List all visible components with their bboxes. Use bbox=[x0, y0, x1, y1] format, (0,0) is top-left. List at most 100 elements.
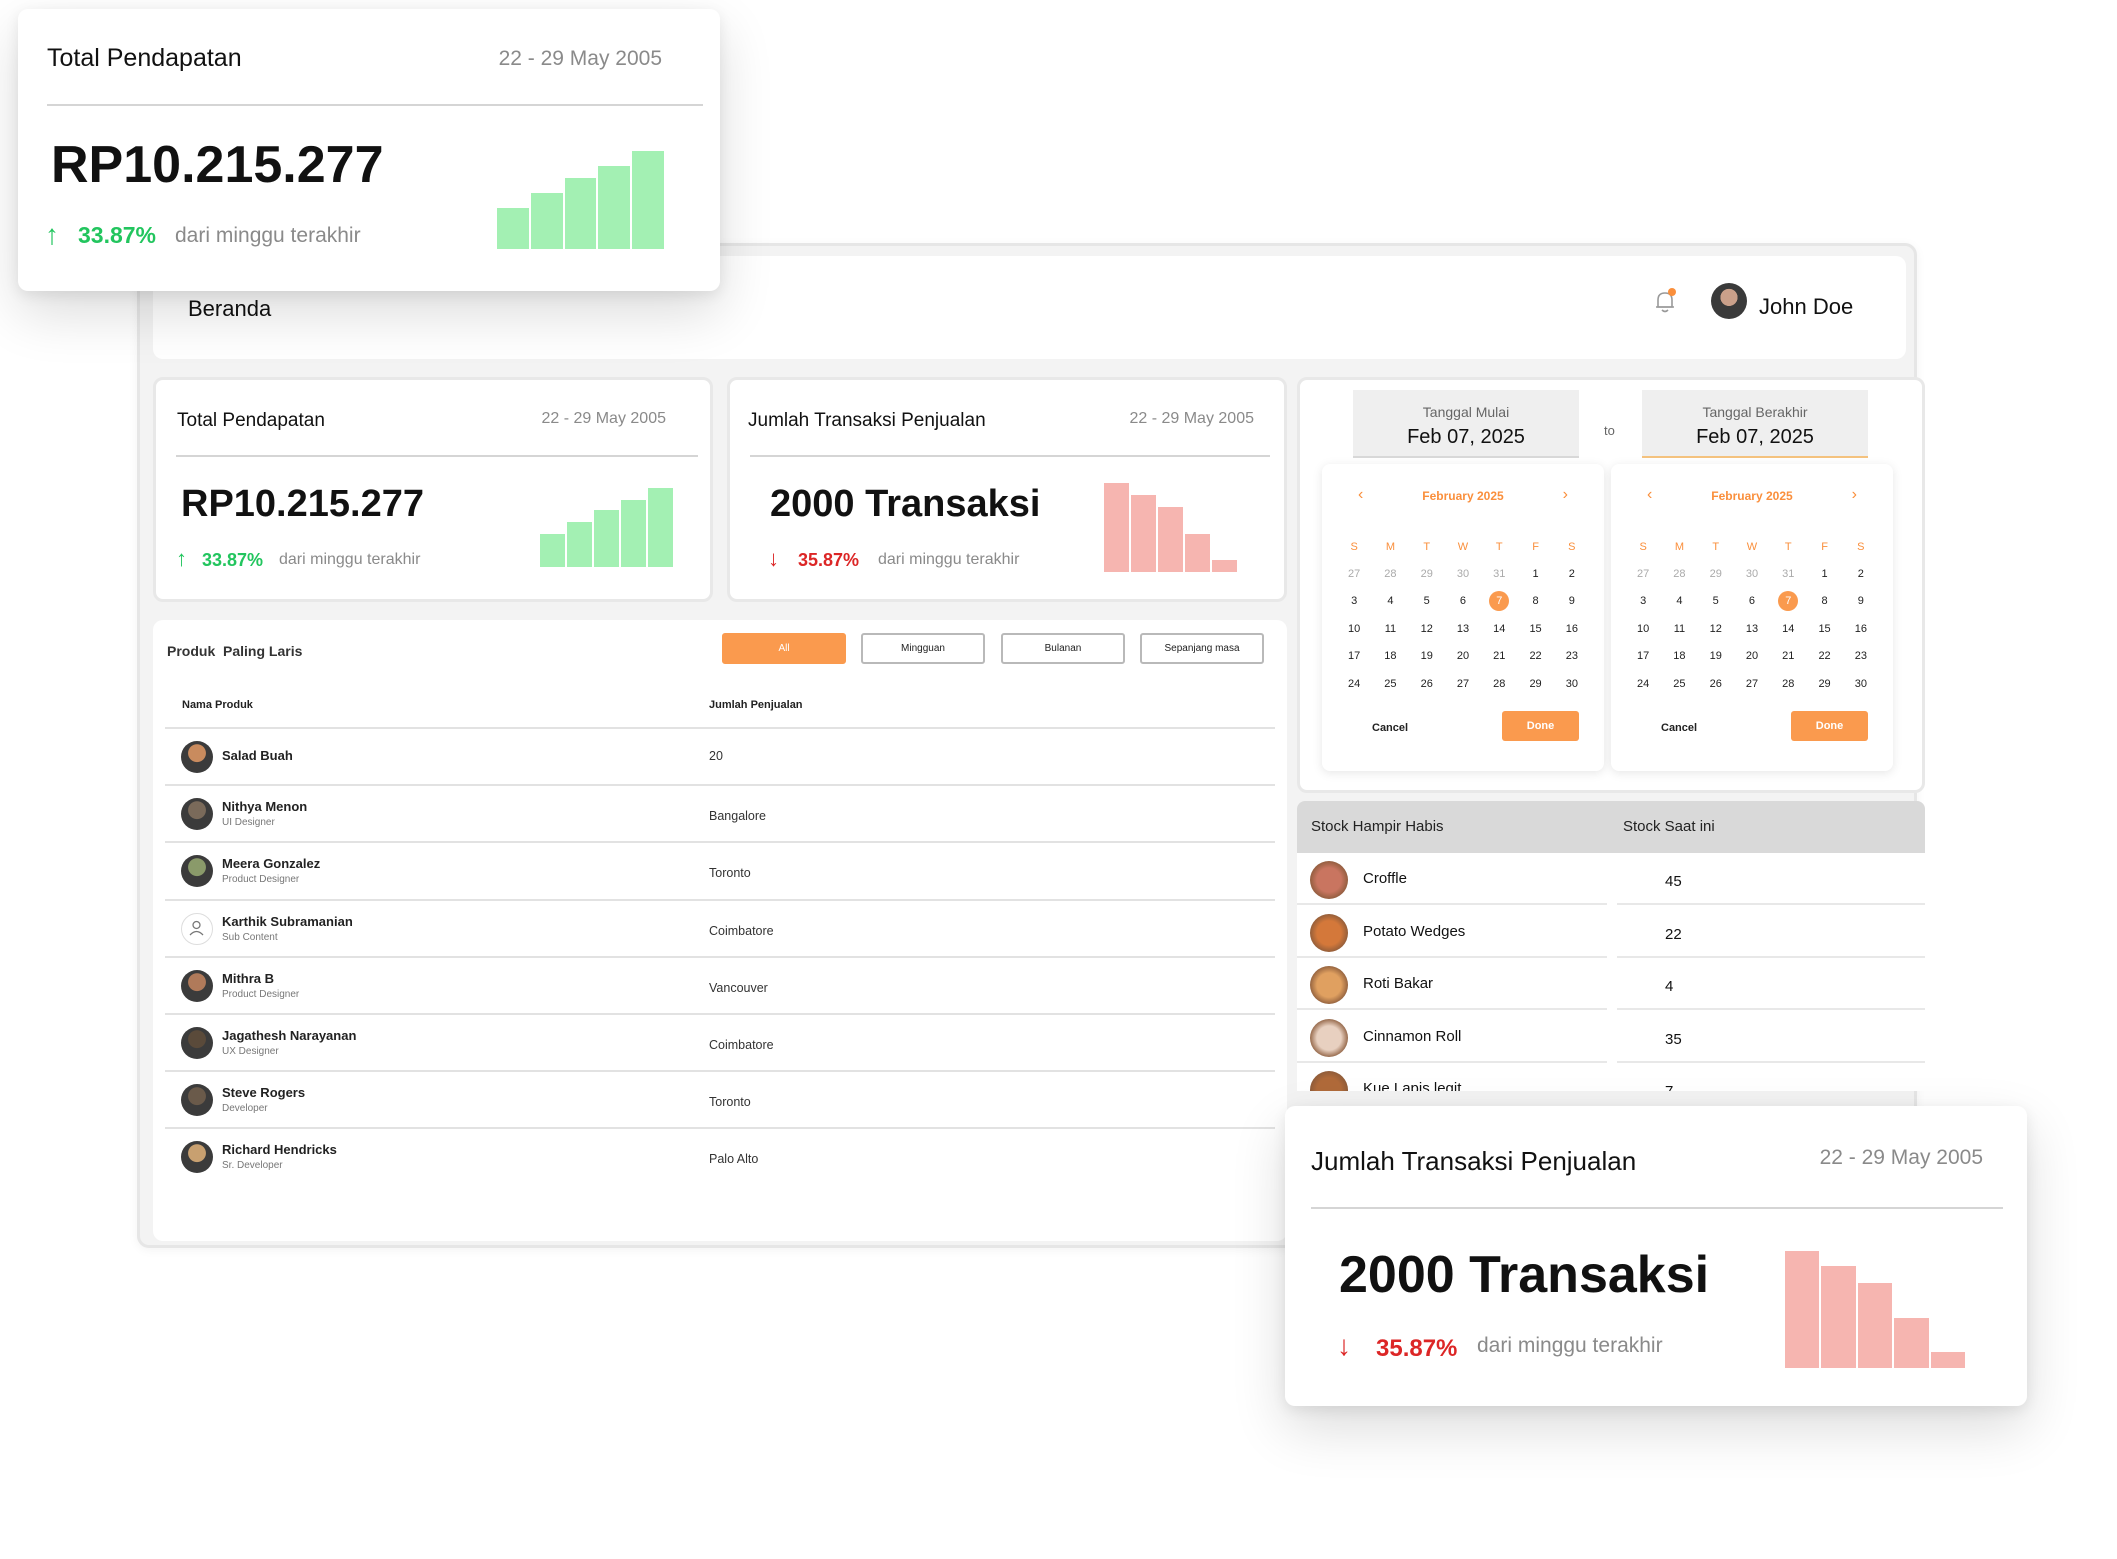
filter-weekly[interactable]: Mingguan bbox=[861, 633, 985, 664]
calendar-day[interactable]: 14 bbox=[1481, 615, 1517, 643]
calendar-day[interactable]: 6 bbox=[1445, 588, 1481, 616]
calendar-day[interactable]: 22 bbox=[1806, 643, 1842, 671]
filter-all-time[interactable]: Sepanjang masa bbox=[1140, 633, 1264, 664]
calendar-day[interactable]: 12 bbox=[1409, 615, 1445, 643]
calendar-day[interactable]: 25 bbox=[1661, 670, 1697, 698]
calendar-day[interactable]: 13 bbox=[1445, 615, 1481, 643]
calendar-day[interactable]: 21 bbox=[1770, 643, 1806, 671]
calendar-day[interactable]: 23 bbox=[1843, 643, 1879, 671]
calendar-day[interactable]: 28 bbox=[1770, 670, 1806, 698]
list-item[interactable]: Roti Bakar 4 bbox=[1297, 958, 1925, 1010]
start-date-field[interactable]: Tanggal Mulai Feb 07, 2025 bbox=[1353, 390, 1579, 458]
cancel-button[interactable]: Cancel bbox=[1661, 722, 1697, 734]
table-row[interactable]: Karthik Subramanian Sub Content Coimbatore bbox=[165, 898, 1275, 956]
calendar-day[interactable]: 28 bbox=[1481, 670, 1517, 698]
calendar-day[interactable]: 20 bbox=[1734, 643, 1770, 671]
calendar-day[interactable]: 4 bbox=[1372, 588, 1408, 616]
avatar[interactable] bbox=[1711, 283, 1747, 319]
calendar-day[interactable]: 2 bbox=[1843, 560, 1879, 588]
calendar-day[interactable]: 29 bbox=[1698, 560, 1734, 588]
calendar-day[interactable]: 18 bbox=[1372, 643, 1408, 671]
calendar-day[interactable]: 15 bbox=[1517, 615, 1553, 643]
calendar-day[interactable]: 26 bbox=[1409, 670, 1445, 698]
calendar-day[interactable]: 3 bbox=[1625, 588, 1661, 616]
calendar-day[interactable]: 28 bbox=[1661, 560, 1697, 588]
calendar-day[interactable]: 5 bbox=[1698, 588, 1734, 616]
table-row[interactable]: Richard Hendricks Sr. Developer Palo Alto bbox=[165, 1127, 1275, 1184]
calendar-day[interactable]: 10 bbox=[1336, 615, 1372, 643]
calendar-day[interactable]: 30 bbox=[1554, 670, 1590, 698]
calendar-day[interactable]: 18 bbox=[1661, 643, 1697, 671]
calendar-day[interactable]: 28 bbox=[1372, 560, 1408, 588]
calendar-day[interactable]: 2 bbox=[1554, 560, 1590, 588]
calendar-day[interactable]: 30 bbox=[1445, 560, 1481, 588]
calendar-day[interactable]: 27 bbox=[1734, 670, 1770, 698]
calendar-day[interactable]: 16 bbox=[1843, 615, 1879, 643]
calendar-day[interactable]: 27 bbox=[1625, 560, 1661, 588]
list-item[interactable]: Croffle 45 bbox=[1297, 853, 1925, 905]
done-button[interactable]: Done bbox=[1502, 711, 1579, 741]
calendar-day[interactable]: 13 bbox=[1734, 615, 1770, 643]
table-row[interactable]: Nithya Menon UI Designer Bangalore bbox=[165, 784, 1275, 841]
table-row[interactable]: Meera Gonzalez Product Designer Toronto bbox=[165, 841, 1275, 898]
cancel-button[interactable]: Cancel bbox=[1372, 722, 1408, 734]
chevron-right-icon[interactable]: › bbox=[1563, 486, 1568, 504]
user-name[interactable]: John Doe bbox=[1759, 294, 1853, 320]
calendar-day[interactable]: 11 bbox=[1372, 615, 1408, 643]
end-date-field[interactable]: Tanggal Berakhir Feb 07, 2025 bbox=[1642, 390, 1868, 458]
calendar-day[interactable]: 9 bbox=[1843, 588, 1879, 616]
list-item[interactable]: Kue Lapis legit 7 bbox=[1297, 1063, 1925, 1091]
calendar-day[interactable]: 31 bbox=[1770, 560, 1806, 588]
calendar-day[interactable]: 25 bbox=[1372, 670, 1408, 698]
list-item[interactable]: Cinnamon Roll 35 bbox=[1297, 1011, 1925, 1063]
calendar-day[interactable]: 23 bbox=[1554, 643, 1590, 671]
calendar-day[interactable]: 16 bbox=[1554, 615, 1590, 643]
notification-bell-icon[interactable] bbox=[1650, 286, 1680, 316]
filter-monthly[interactable]: Bulanan bbox=[1001, 633, 1125, 664]
calendar-day[interactable]: 22 bbox=[1517, 643, 1553, 671]
calendar-day[interactable]: 24 bbox=[1625, 670, 1661, 698]
table-row[interactable]: Steve Rogers Developer Toronto bbox=[165, 1070, 1275, 1127]
calendar-day[interactable]: 4 bbox=[1661, 588, 1697, 616]
calendar-day[interactable]: 15 bbox=[1806, 615, 1842, 643]
calendar-day[interactable]: 19 bbox=[1409, 643, 1445, 671]
calendar-day[interactable]: 31 bbox=[1481, 560, 1517, 588]
calendar-day[interactable]: 8 bbox=[1806, 588, 1842, 616]
calendar-day[interactable]: 7 bbox=[1770, 588, 1806, 616]
calendar-day[interactable]: 29 bbox=[1806, 670, 1842, 698]
calendar-day[interactable]: 21 bbox=[1481, 643, 1517, 671]
filter-all[interactable]: All bbox=[722, 633, 846, 664]
selected-day[interactable]: 7 bbox=[1778, 591, 1799, 612]
calendar-day[interactable]: 10 bbox=[1625, 615, 1661, 643]
calendar-day[interactable]: 11 bbox=[1661, 615, 1697, 643]
table-row[interactable]: Salad Buah 20 bbox=[165, 727, 1275, 784]
calendar-day[interactable]: 27 bbox=[1445, 670, 1481, 698]
done-button[interactable]: Done bbox=[1791, 711, 1868, 741]
list-item[interactable]: Potato Wedges 22 bbox=[1297, 906, 1925, 958]
calendar-day[interactable]: 1 bbox=[1517, 560, 1553, 588]
calendar-day[interactable]: 17 bbox=[1625, 643, 1661, 671]
calendar-day[interactable]: 17 bbox=[1336, 643, 1372, 671]
calendar-day[interactable]: 24 bbox=[1336, 670, 1372, 698]
calendar-day[interactable]: 20 bbox=[1445, 643, 1481, 671]
calendar-day[interactable]: 6 bbox=[1734, 588, 1770, 616]
calendar-day[interactable]: 5 bbox=[1409, 588, 1445, 616]
calendar-day[interactable]: 19 bbox=[1698, 643, 1734, 671]
calendar-day[interactable]: 29 bbox=[1517, 670, 1553, 698]
calendar-day[interactable]: 12 bbox=[1698, 615, 1734, 643]
calendar-day[interactable]: 29 bbox=[1409, 560, 1445, 588]
calendar-day[interactable]: 14 bbox=[1770, 615, 1806, 643]
table-row[interactable]: Jagathesh Narayanan UX Designer Coimbatore bbox=[165, 1013, 1275, 1070]
calendar-day[interactable]: 3 bbox=[1336, 588, 1372, 616]
calendar-day[interactable]: 27 bbox=[1336, 560, 1372, 588]
calendar-day[interactable]: 26 bbox=[1698, 670, 1734, 698]
calendar-day[interactable]: 9 bbox=[1554, 588, 1590, 616]
calendar-day[interactable]: 30 bbox=[1843, 670, 1879, 698]
chevron-right-icon[interactable]: › bbox=[1852, 486, 1857, 504]
selected-day[interactable]: 7 bbox=[1489, 591, 1510, 612]
table-row[interactable]: Mithra B Product Designer Vancouver bbox=[165, 955, 1275, 1013]
calendar-day[interactable]: 7 bbox=[1481, 588, 1517, 616]
calendar-day[interactable]: 1 bbox=[1806, 560, 1842, 588]
calendar-day[interactable]: 8 bbox=[1517, 588, 1553, 616]
calendar-day[interactable]: 30 bbox=[1734, 560, 1770, 588]
